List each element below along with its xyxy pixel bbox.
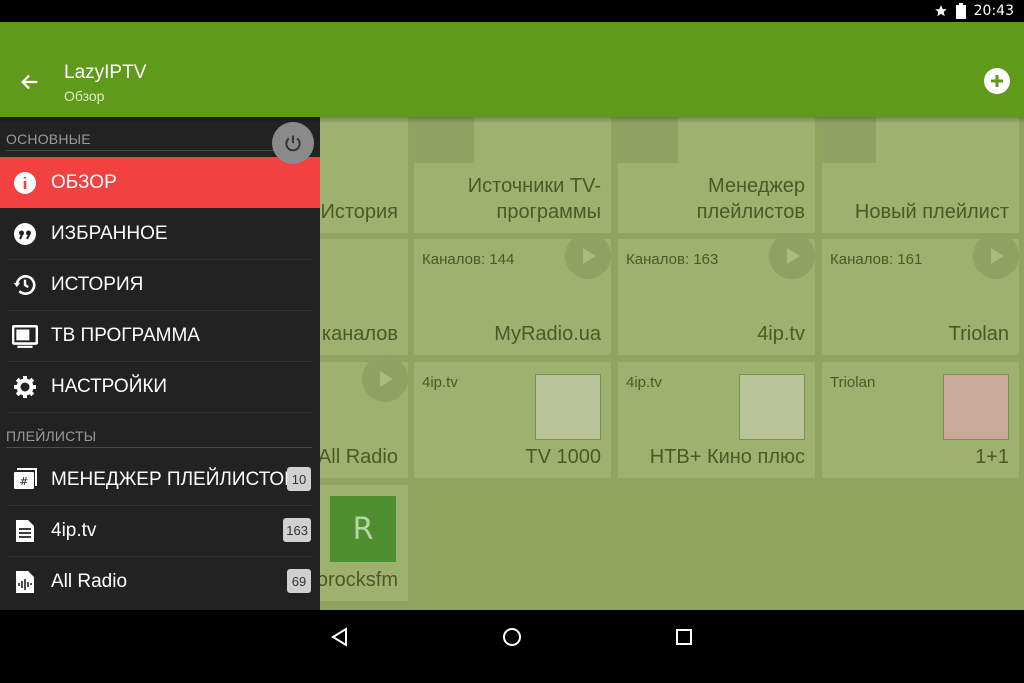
count-badge: 69 <box>287 569 311 593</box>
play-icon[interactable] <box>362 356 408 402</box>
section-header-main: ОСНОВНЫЕ <box>6 131 91 147</box>
play-icon[interactable] <box>769 233 815 279</box>
count-badge: 10 <box>287 467 311 491</box>
channel-logo <box>535 374 601 440</box>
menu-item-playlist-4iptv[interactable]: 4ip.tv 163 <box>0 505 320 556</box>
circle-home-icon <box>503 628 521 646</box>
audio-file-icon <box>12 569 38 595</box>
nav-home-button[interactable] <box>499 624 525 650</box>
app-bar <box>0 22 1024 117</box>
tile-myradio[interactable]: Каналов: 144 MyRadio.ua <box>414 233 611 355</box>
playlist-icon <box>618 117 678 163</box>
plus-icon <box>991 75 1003 87</box>
star-icon <box>934 5 947 17</box>
quote-icon <box>12 221 38 247</box>
appbar-shadow <box>0 117 1024 123</box>
tile-new-playlist[interactable]: Новый плейлист <box>822 117 1019 233</box>
menu-item-history[interactable]: ИСТОРИЯ <box>0 259 320 310</box>
power-button[interactable] <box>272 122 314 164</box>
triangle-back-icon <box>331 627 347 647</box>
tile-ntv-kino[interactable]: 4ip.tv НТВ+ Кино плюс <box>618 362 815 478</box>
count-badge: 163 <box>283 518 311 542</box>
status-bar <box>0 0 1024 22</box>
channel-letter-avatar: R <box>330 496 396 562</box>
divider <box>8 412 312 413</box>
new-playlist-icon <box>822 117 876 163</box>
menu-item-tv-guide[interactable]: ТВ ПРОГРАММА <box>0 310 320 361</box>
tile-triolan[interactable]: Каналов: 161 Triolan <box>822 233 1019 355</box>
app-title: LazyIPTV <box>64 62 147 83</box>
back-button[interactable] <box>14 66 46 98</box>
add-playlist-button[interactable] <box>984 68 1010 94</box>
section-header-playlists: ПЛЕЙЛИСТЫ <box>6 428 97 444</box>
info-icon <box>12 170 38 196</box>
svg-text:#: # <box>19 475 28 488</box>
nav-recents-button[interactable] <box>671 624 697 650</box>
app-subtitle: Обзор <box>64 88 105 104</box>
nav-back-button[interactable] <box>327 624 353 650</box>
menu-item-settings[interactable]: НАСТРОЙКИ <box>0 361 320 412</box>
menu-item-favorites[interactable]: ИЗБРАННОЕ <box>0 208 320 259</box>
channel-logo <box>943 374 1009 440</box>
playlist-manager-icon: # <box>12 467 38 493</box>
menu-item-playlist-manager[interactable]: # МЕНЕДЖЕР ПЛЕЙЛИСТОВ 10 <box>0 454 320 505</box>
tile-playlist-manager[interactable]: Менеджер плейлистов <box>618 117 815 233</box>
divider <box>6 447 312 448</box>
gear-icon <box>12 374 38 400</box>
clock: 20:43 <box>973 3 1014 19</box>
power-icon <box>285 135 301 152</box>
document-icon <box>12 518 38 544</box>
tile-4iptv[interactable]: Каналов: 163 4ip.tv <box>618 233 815 355</box>
tile-tv1000[interactable]: 4ip.tv TV 1000 <box>414 362 611 478</box>
tv-icon <box>414 117 474 163</box>
channel-logo <box>739 374 805 440</box>
tv-icon <box>12 323 38 349</box>
tile-epg-sources[interactable]: Источники TV-программы <box>414 117 611 233</box>
status-icons: 20:43 <box>934 0 1014 22</box>
square-recents-icon <box>676 629 692 645</box>
play-icon[interactable] <box>973 233 1019 279</box>
menu-item-overview[interactable]: ОБЗОР <box>0 157 320 208</box>
menu-item-playlist-all-radio[interactable]: All Radio 69 <box>0 556 320 607</box>
tile-1plus1[interactable]: Triolan 1+1 <box>822 362 1019 478</box>
arrow-left-icon <box>21 74 38 90</box>
history-icon <box>12 272 38 298</box>
divider <box>6 150 276 151</box>
play-icon[interactable] <box>565 233 611 279</box>
battery-icon <box>955 3 966 19</box>
